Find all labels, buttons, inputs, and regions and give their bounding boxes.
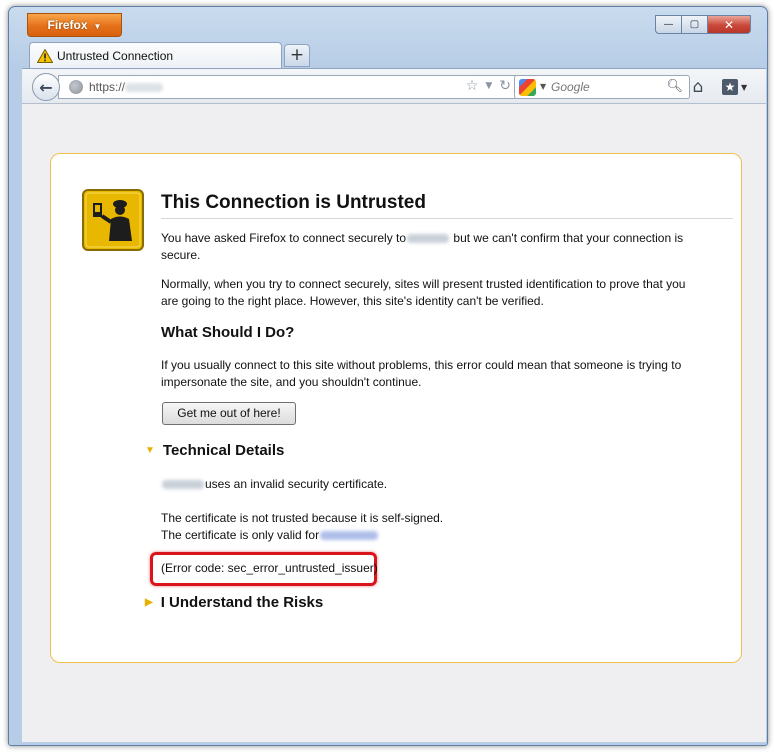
search-placeholder: Google <box>551 80 590 94</box>
reload-icon[interactable]: ↻ <box>499 78 511 94</box>
bookmarks-button[interactable]: ★ ▼ <box>722 77 754 97</box>
intro-paragraph: You have asked Firefox to connect secure… <box>161 231 684 262</box>
error-code: (Error code: sec_error_untrusted_issuer) <box>161 561 378 575</box>
advice-paragraph: If you usually connect to this site with… <box>161 358 682 389</box>
dropdown-arrow-icon: ▼ <box>93 22 102 31</box>
tech-detail-line1: uses an invalid security certificate. <box>161 476 706 493</box>
collapsed-triangle-icon: ▶ <box>145 597 153 608</box>
get-me-out-button[interactable]: Get me out of here! <box>162 402 296 425</box>
back-arrow-icon: ← <box>39 77 53 97</box>
bookmark-star-icon[interactable]: ☆ <box>466 78 479 94</box>
warning-icon <box>37 49 53 63</box>
close-button[interactable]: ✕ <box>707 15 751 34</box>
search-engine-dropdown-icon[interactable]: ▼ <box>540 82 546 91</box>
tab-label: Untrusted Connection <box>57 49 174 63</box>
minimize-icon: — <box>663 19 674 30</box>
what-should-i-do-heading: What Should I Do? <box>161 324 295 341</box>
url-text: https:// <box>89 80 164 94</box>
explanation-paragraph: Normally, when you try to connect secure… <box>161 277 686 308</box>
window-controls: — ▢ ✕ <box>655 15 751 34</box>
page-title: This Connection is Untrusted <box>161 192 733 219</box>
close-icon: ✕ <box>723 17 735 32</box>
host-redacted <box>162 480 204 490</box>
host-redacted <box>407 234 450 244</box>
history-dropdown-icon[interactable]: ▼ <box>485 78 492 94</box>
dropdown-arrow-icon: ▼ <box>741 82 748 92</box>
maximize-button[interactable]: ▢ <box>681 15 707 34</box>
url-bar-icons: ☆ ▼ ↻ <box>466 78 511 94</box>
minimize-button[interactable]: — <box>655 15 681 34</box>
home-icon: ⌂ <box>692 77 704 97</box>
back-button[interactable]: ← <box>32 73 60 101</box>
globe-icon <box>69 80 83 94</box>
browser-window: Firefox ▼ — ▢ ✕ Untrusted Connection + ht… <box>8 6 768 746</box>
valid-host-link-redacted[interactable] <box>320 531 379 541</box>
firefox-menu-button[interactable]: Firefox ▼ <box>27 13 122 37</box>
understand-risks-toggle[interactable]: ▶ I Understand the Risks <box>145 594 323 611</box>
page-content: This Connection is Untrusted You have as… <box>22 104 766 742</box>
new-tab-button[interactable]: + <box>284 44 310 67</box>
search-bar[interactable]: ▼ Google 🔍︎ <box>514 75 690 99</box>
technical-details-toggle[interactable]: ▼ Technical Details <box>145 442 284 459</box>
bookmarks-icon: ★ <box>722 79 738 95</box>
url-host-redacted <box>125 83 164 93</box>
tab-untrusted-connection[interactable]: Untrusted Connection <box>29 42 282 69</box>
home-button[interactable]: ⌂ <box>687 76 709 98</box>
tech-detail-line3: The certificate is only valid for <box>161 527 706 544</box>
search-icon[interactable]: 🔍︎ <box>666 79 683 94</box>
navigation-toolbar: https:// ☆ ▼ ↻ ← ▼ Google 🔍︎ ⌂ ★ ▼ <box>22 68 766 104</box>
url-bar[interactable]: https:// ☆ ▼ ↻ <box>58 75 518 99</box>
google-icon[interactable] <box>519 79 536 96</box>
tech-detail-line2: The certificate is not trusted because i… <box>161 511 444 525</box>
expanded-triangle-icon: ▼ <box>145 445 155 456</box>
maximize-icon: ▢ <box>689 19 700 30</box>
error-box: This Connection is Untrusted You have as… <box>50 153 742 663</box>
officer-certificate-icon <box>82 189 144 251</box>
